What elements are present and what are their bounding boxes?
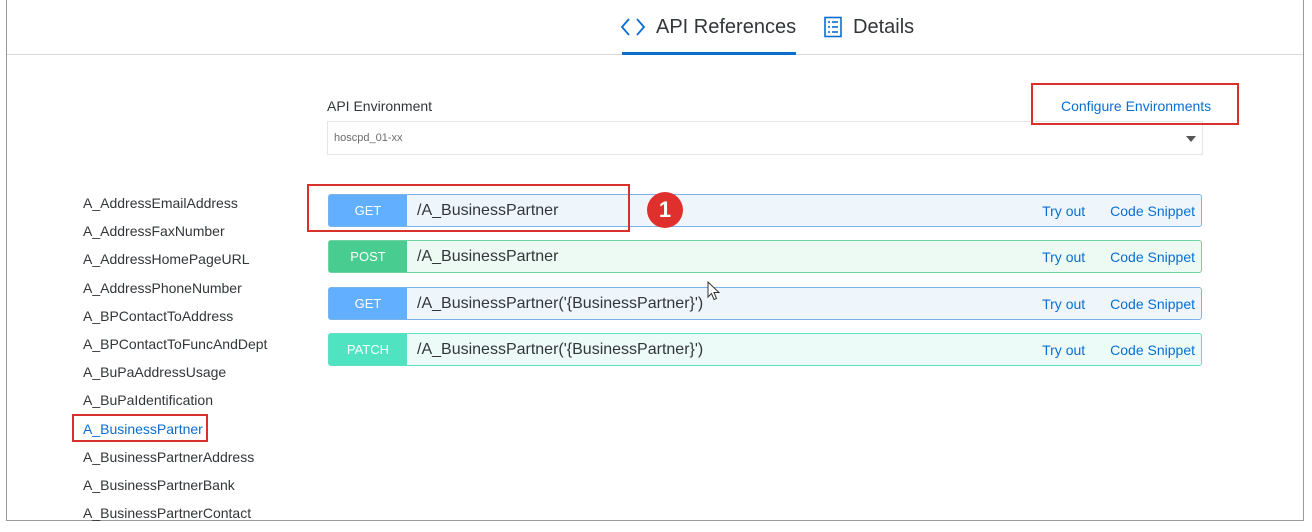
code-snippet-link[interactable]: Code Snippet xyxy=(1110,203,1195,219)
entity-sidebar: A_AddressEmailAddress A_AddressFaxNumber… xyxy=(83,194,267,532)
try-out-link[interactable]: Try out xyxy=(1042,342,1085,358)
method-badge-post: POST xyxy=(329,241,407,272)
sidebar-item[interactable]: A_AddressHomePageURL xyxy=(83,250,267,278)
sidebar-item[interactable]: A_BusinessPartnerContact xyxy=(83,504,267,532)
operation-path: /A_BusinessPartner('{BusinessPartner}') xyxy=(417,340,704,358)
code-brackets-icon xyxy=(620,18,646,36)
try-out-link[interactable]: Try out xyxy=(1042,296,1085,312)
try-out-link[interactable]: Try out xyxy=(1042,203,1085,219)
sidebar-item[interactable]: A_BusinessPartnerAddress xyxy=(83,448,267,476)
code-snippet-link[interactable]: Code Snippet xyxy=(1110,249,1195,265)
operation-path: /A_BusinessPartner xyxy=(417,247,559,265)
operation-row[interactable]: PATCH /A_BusinessPartner('{BusinessPartn… xyxy=(328,333,1202,366)
environment-select[interactable]: hoscpd_01-xx xyxy=(327,121,1203,155)
highlight-box-get-operation xyxy=(307,184,630,232)
sidebar-item[interactable]: A_BPContactToFuncAndDept xyxy=(83,335,267,363)
step-number-badge: 1 xyxy=(647,192,683,228)
operation-path: /A_BusinessPartner('{BusinessPartner}') xyxy=(417,294,704,312)
tab-details[interactable]: Details xyxy=(823,0,914,54)
sidebar-item[interactable]: A_BuPaAddressUsage xyxy=(83,363,267,391)
sidebar-item[interactable]: A_AddressFaxNumber xyxy=(83,222,267,250)
highlight-box-sidebar-item xyxy=(72,414,208,442)
try-out-link[interactable]: Try out xyxy=(1042,249,1085,265)
method-badge-get: GET xyxy=(329,288,407,319)
sidebar-item[interactable]: A_BusinessPartnerBank xyxy=(83,476,267,504)
code-snippet-link[interactable]: Code Snippet xyxy=(1110,296,1195,312)
environment-label: API Environment xyxy=(327,98,433,114)
code-snippet-link[interactable]: Code Snippet xyxy=(1110,342,1195,358)
sidebar-item[interactable]: A_AddressPhoneNumber xyxy=(83,279,267,307)
caret-down-icon xyxy=(1186,136,1196,142)
sidebar-item[interactable]: A_AddressEmailAddress xyxy=(83,194,267,222)
operation-row[interactable]: POST /A_BusinessPartner Try out Code Sni… xyxy=(328,240,1202,273)
document-list-icon xyxy=(824,16,842,38)
operation-row[interactable]: GET /A_BusinessPartner('{BusinessPartner… xyxy=(328,287,1202,320)
sidebar-item[interactable]: A_BPContactToAddress xyxy=(83,307,267,335)
highlight-box-configure xyxy=(1031,83,1239,125)
environment-selected-value: hoscpd_01-xx xyxy=(334,132,403,144)
tab-label: Details xyxy=(853,15,915,38)
tab-api-references[interactable]: API References xyxy=(620,0,797,55)
mouse-cursor-icon xyxy=(707,281,721,301)
tab-label: API References xyxy=(656,15,797,38)
method-badge-patch: PATCH xyxy=(329,334,407,365)
